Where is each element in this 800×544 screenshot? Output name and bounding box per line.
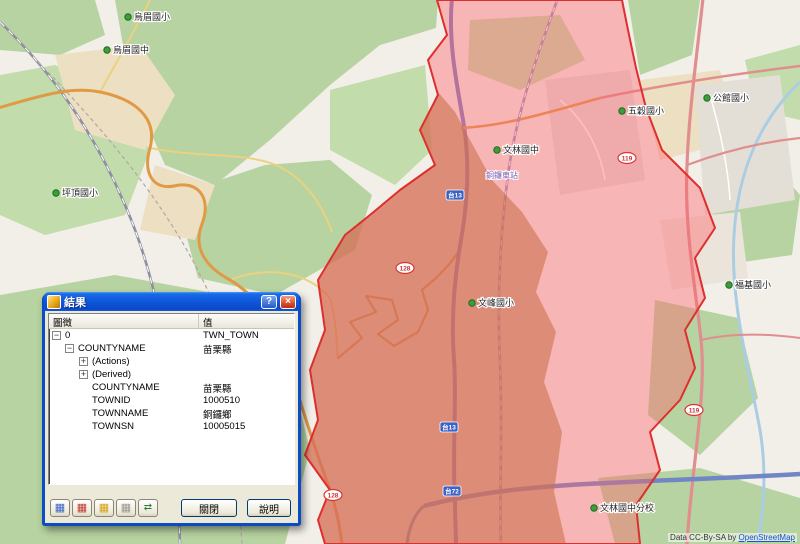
shield-label: 119 bbox=[622, 156, 633, 163]
row-value: 10005015 bbox=[199, 421, 294, 432]
school-icon bbox=[591, 505, 597, 511]
tree-expander-icon[interactable] bbox=[79, 370, 88, 379]
map-label-school: 五穀國小 bbox=[628, 105, 664, 116]
map-label-school: 文林國中分校 bbox=[600, 502, 654, 513]
results-dialog: 結果 ? × 圖徵 值 0 TWN_TOWN COUNTYNAME 苗栗縣 ( bbox=[42, 293, 301, 526]
map-application-window: 台13 台13 台72 128 128 119 119 bbox=[0, 0, 800, 544]
map-label-school: 文峰國小 bbox=[478, 297, 514, 308]
row-value: 銅鑼鄉 bbox=[199, 407, 294, 421]
row-label: COUNTYNAME bbox=[92, 382, 160, 393]
table-row[interactable]: COUNTYNAME 苗栗縣 bbox=[49, 381, 294, 394]
school-icon bbox=[53, 190, 59, 196]
openstreetmap-link[interactable]: OpenStreetMap bbox=[739, 533, 795, 542]
map-label-school: 坪頂國小 bbox=[62, 188, 98, 198]
toolbar-button-1[interactable]: ▦ bbox=[50, 499, 70, 517]
table-row[interactable]: 0 TWN_TOWN bbox=[49, 329, 294, 342]
table-row[interactable]: TOWNSN 10005015 bbox=[49, 420, 294, 433]
dialog-close-icon-button[interactable]: × bbox=[280, 295, 296, 309]
arrows-icon: ⇄ bbox=[144, 503, 152, 513]
row-label: TOWNSN bbox=[92, 421, 134, 432]
table-row[interactable]: TOWNID 1000510 bbox=[49, 394, 294, 407]
row-value: TWN_TOWN bbox=[199, 330, 294, 341]
dialog-title: 結果 bbox=[64, 294, 258, 310]
table-view-icon: ▦ bbox=[77, 503, 87, 514]
row-value: 1000510 bbox=[199, 395, 294, 406]
map-label-school: 福基國小 bbox=[735, 279, 771, 290]
close-button[interactable]: 關閉 bbox=[181, 499, 237, 517]
tree-expander-icon[interactable] bbox=[79, 357, 88, 366]
column-header-value[interactable]: 值 bbox=[199, 314, 294, 328]
row-label: (Derived) bbox=[92, 369, 131, 380]
shield-label: 119 bbox=[689, 408, 700, 415]
results-window-icon bbox=[47, 295, 61, 309]
dialog-toolbar: ▦ ▦ ▦ ▦ ⇄ 關閉 說明 bbox=[50, 499, 293, 517]
school-icon bbox=[125, 14, 131, 20]
shield-label: 128 bbox=[400, 266, 411, 273]
row-label: TOWNNAME bbox=[92, 408, 148, 419]
map-label-station: 銅鑼車站 bbox=[486, 170, 518, 180]
attribution-text: Data CC-By-SA by bbox=[670, 533, 738, 542]
row-label: (Actions) bbox=[92, 356, 129, 367]
results-dialog-titlebar[interactable]: 結果 ? × bbox=[44, 292, 299, 311]
form-view-icon: ▦ bbox=[55, 503, 65, 514]
row-label: TOWNID bbox=[92, 395, 130, 406]
table-header-row: 圖徵 值 bbox=[49, 314, 294, 329]
disabled-view-icon: ▦ bbox=[121, 503, 131, 514]
tree-expander-icon[interactable] bbox=[52, 331, 61, 340]
school-icon bbox=[704, 95, 710, 101]
dialog-help-button[interactable]: ? bbox=[261, 295, 277, 309]
school-icon bbox=[104, 47, 110, 53]
tree-expander-icon[interactable] bbox=[65, 344, 74, 353]
shield-label: 128 bbox=[328, 493, 339, 500]
table-row[interactable]: TOWNNAME 銅鑼鄉 bbox=[49, 407, 294, 420]
school-icon bbox=[619, 108, 625, 114]
row-value: 苗栗縣 bbox=[199, 381, 294, 395]
results-tree-table: 圖徵 值 0 TWN_TOWN COUNTYNAME 苗栗縣 (Actions) bbox=[48, 313, 295, 485]
shield-label: 台13 bbox=[448, 191, 462, 200]
map-label-school: 文林國中 bbox=[503, 144, 539, 155]
toolbar-button-2[interactable]: ▦ bbox=[72, 499, 92, 517]
toolbar-button-4[interactable]: ▦ bbox=[116, 499, 136, 517]
dialog-body: 圖徵 值 0 TWN_TOWN COUNTYNAME 苗栗縣 (Actions) bbox=[45, 311, 298, 522]
toolbar-button-3[interactable]: ▦ bbox=[94, 499, 114, 517]
school-icon bbox=[494, 147, 500, 153]
table-row[interactable]: COUNTYNAME 苗栗縣 bbox=[49, 342, 294, 355]
row-label: COUNTYNAME bbox=[78, 343, 146, 354]
shield-label: 台72 bbox=[445, 487, 459, 496]
table-row[interactable]: (Derived) bbox=[49, 368, 294, 381]
row-value: 苗栗縣 bbox=[199, 342, 294, 356]
map-label-school: 烏眉國小 bbox=[134, 11, 170, 22]
shield-label: 台13 bbox=[442, 423, 456, 432]
map-attribution: Data CC-By-SA by OpenStreetMap bbox=[668, 533, 797, 542]
school-icon bbox=[726, 282, 732, 288]
school-icon bbox=[469, 300, 475, 306]
help-button[interactable]: 說明 bbox=[247, 499, 291, 517]
map-label-school: 公館國小 bbox=[713, 92, 749, 103]
row-label: 0 bbox=[65, 330, 70, 341]
map-label-school: 烏眉國中 bbox=[113, 44, 149, 55]
table-row[interactable]: (Actions) bbox=[49, 355, 294, 368]
toolbar-button-5[interactable]: ⇄ bbox=[138, 499, 158, 517]
layer-view-icon: ▦ bbox=[99, 503, 109, 514]
column-header-feature[interactable]: 圖徵 bbox=[49, 314, 199, 328]
